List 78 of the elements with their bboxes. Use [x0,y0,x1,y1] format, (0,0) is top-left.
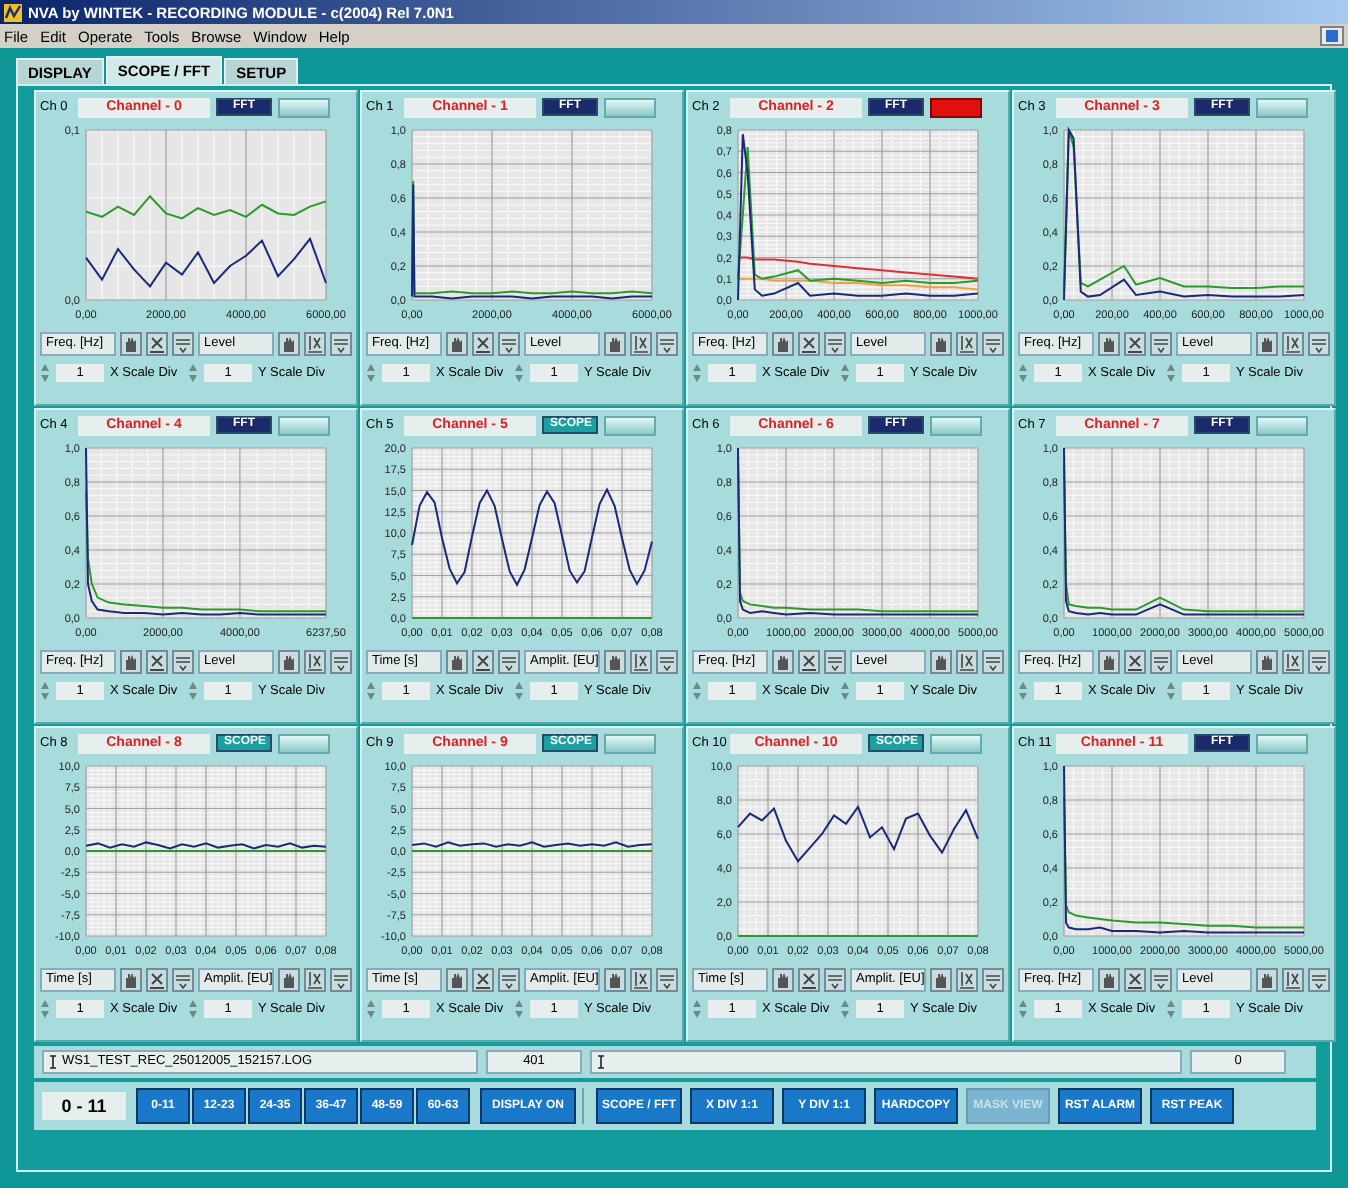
spinner-icon[interactable] [40,679,50,701]
spinner-icon[interactable] [1166,679,1176,701]
spinner-icon[interactable] [514,679,524,701]
spinner-icon[interactable] [1018,679,1028,701]
hand-icon[interactable] [278,967,300,991]
message-field[interactable] [590,1050,1182,1074]
spinner-icon[interactable] [840,679,850,701]
hand-icon[interactable] [1098,649,1120,673]
spinner-icon[interactable] [692,997,702,1019]
format-icon[interactable] [982,967,1004,991]
hand-icon[interactable] [1256,649,1278,673]
spinner-icon[interactable] [1166,997,1176,1019]
format-icon[interactable] [1308,967,1330,991]
spinner-icon[interactable] [514,997,524,1019]
format-icon[interactable] [824,649,846,673]
hand-icon[interactable] [120,649,142,673]
format-icon[interactable] [498,331,520,355]
format-icon[interactable] [172,649,194,673]
spinner-icon[interactable] [366,679,376,701]
format-icon[interactable] [330,649,352,673]
format-icon[interactable] [498,649,520,673]
hand-icon[interactable] [930,967,952,991]
hand-icon[interactable] [446,331,468,355]
hand-icon[interactable] [120,331,142,355]
format-icon[interactable] [1308,649,1330,673]
hand-icon[interactable] [772,967,794,991]
app-icon [4,3,22,21]
hand-icon[interactable] [772,331,794,355]
format-icon[interactable] [330,967,352,991]
format-icon[interactable] [330,331,352,355]
spinner-icon[interactable] [188,997,198,1019]
spinner-icon[interactable] [692,679,702,701]
format-icon[interactable] [172,967,194,991]
text-cursor-icon [596,1054,606,1070]
spinner-icon[interactable] [840,361,850,383]
spinner-icon[interactable] [40,361,50,383]
spinner-icon[interactable] [366,361,376,383]
text-cursor-icon [48,1054,58,1070]
format-icon[interactable] [656,331,678,355]
hand-icon[interactable] [120,967,142,991]
format-icon[interactable] [1308,331,1330,355]
hand-icon[interactable] [446,649,468,673]
spinner-icon[interactable] [1018,361,1028,383]
hand-icon[interactable] [604,649,626,673]
format-icon[interactable] [982,331,1004,355]
window-button-icon[interactable] [1320,26,1344,46]
format-icon[interactable] [1150,967,1172,991]
spinner-icon[interactable] [188,361,198,383]
format-icon[interactable] [1150,331,1172,355]
hand-icon[interactable] [1098,331,1120,355]
hand-icon[interactable] [1098,967,1120,991]
bank-display: 0 - 11 [42,1092,126,1120]
spinner-icon[interactable] [1018,997,1028,1019]
hand-icon[interactable] [1256,331,1278,355]
hand-icon[interactable] [930,331,952,355]
format-icon[interactable] [824,967,846,991]
format-icon[interactable] [824,331,846,355]
hand-icon[interactable] [1256,967,1278,991]
format-icon[interactable] [1150,649,1172,673]
hand-icon[interactable] [604,967,626,991]
hand-icon[interactable] [930,649,952,673]
spinner-icon[interactable] [840,997,850,1019]
hand-icon[interactable] [604,331,626,355]
format-icon[interactable] [656,967,678,991]
spinner-icon[interactable] [40,997,50,1019]
spinner-icon[interactable] [366,997,376,1019]
spinner-icon[interactable] [514,361,524,383]
format-icon[interactable] [498,967,520,991]
spinner-icon[interactable] [692,361,702,383]
hand-icon[interactable] [278,649,300,673]
hand-icon[interactable] [278,331,300,355]
hand-icon[interactable] [446,967,468,991]
format-icon[interactable] [172,331,194,355]
spinner-icon[interactable] [1166,361,1176,383]
format-icon[interactable] [656,649,678,673]
format-icon[interactable] [982,649,1004,673]
spinner-icon[interactable] [188,679,198,701]
hand-icon[interactable] [772,649,794,673]
